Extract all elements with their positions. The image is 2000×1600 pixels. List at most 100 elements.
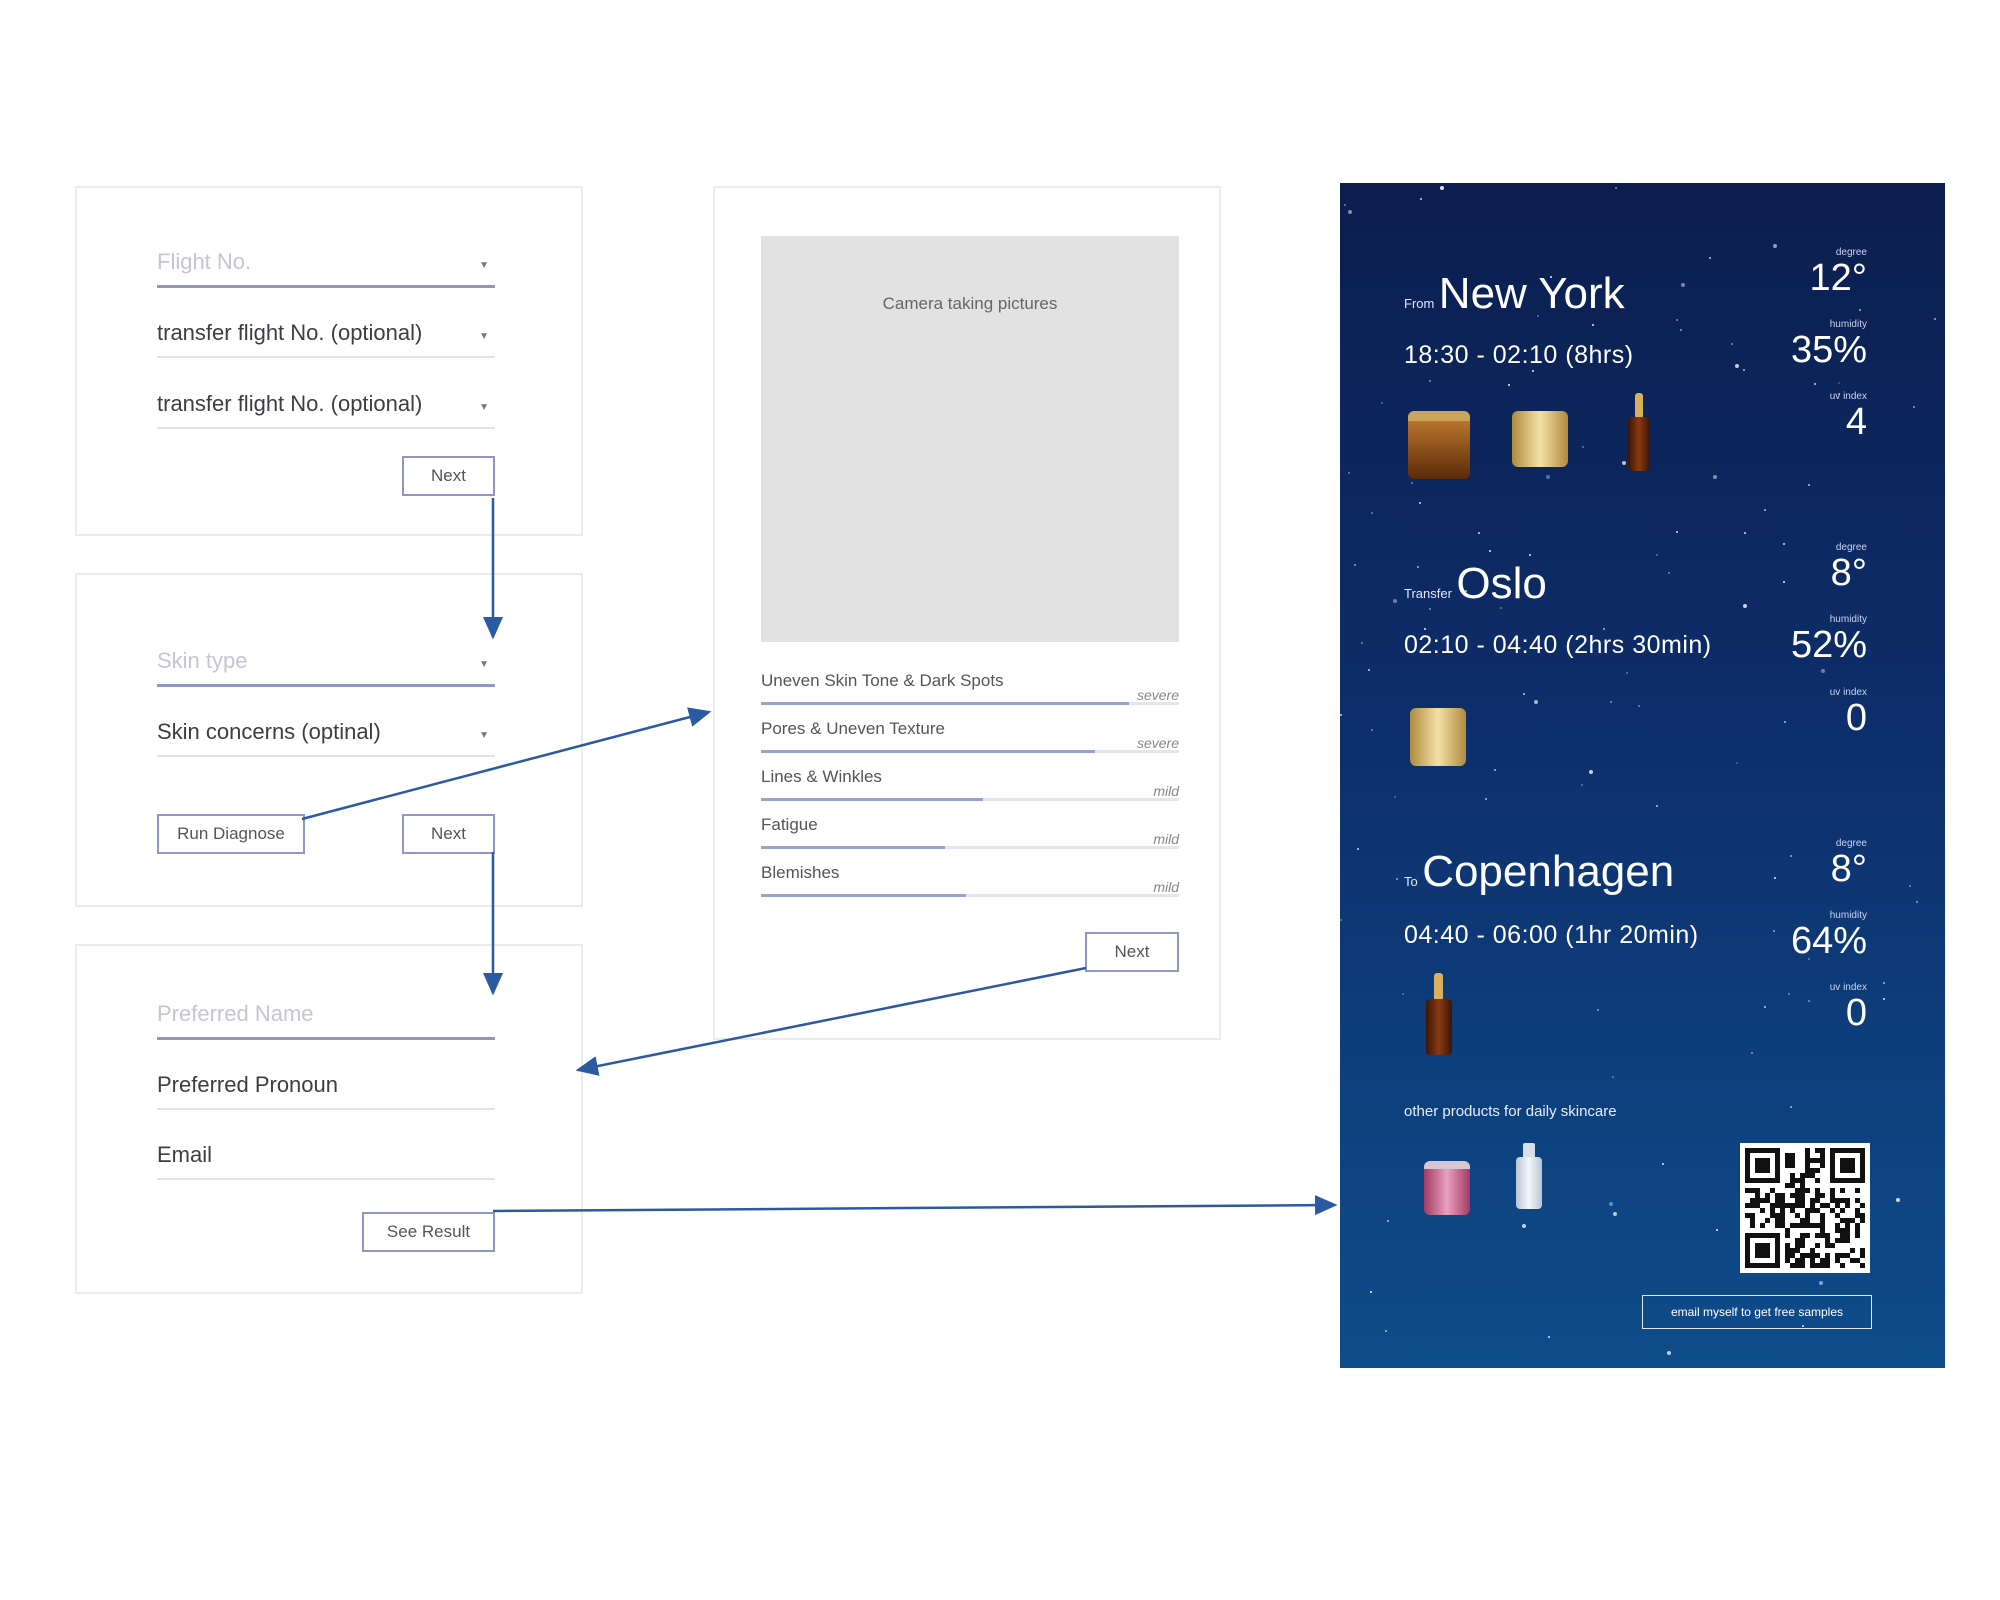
degree-value: 8° bbox=[1830, 552, 1867, 594]
city-name: New York bbox=[1438, 269, 1625, 318]
star bbox=[1610, 701, 1612, 703]
star bbox=[1478, 532, 1480, 534]
camera-label: Camera taking pictures bbox=[882, 294, 1058, 313]
star bbox=[1783, 543, 1785, 545]
concern-name: Lines & Winkles bbox=[761, 767, 882, 786]
leg-from: From New York bbox=[1404, 269, 1625, 319]
star bbox=[1534, 700, 1538, 704]
transfer-flight-label-2: transfer flight No. (optional) bbox=[157, 391, 423, 416]
star bbox=[1896, 1198, 1900, 1202]
run-diagnose-button[interactable]: Run Diagnose bbox=[157, 814, 305, 854]
star bbox=[1387, 1220, 1389, 1222]
star bbox=[1821, 669, 1825, 673]
star bbox=[1735, 364, 1739, 368]
concern-name: Uneven Skin Tone & Dark Spots bbox=[761, 671, 1004, 690]
see-result-button[interactable]: See Result bbox=[362, 1212, 495, 1252]
star bbox=[1396, 878, 1398, 880]
star bbox=[1808, 1000, 1810, 1002]
skin-type-select[interactable]: Skin type ▼ bbox=[157, 639, 495, 687]
skin-form-card: Skin type ▼ Skin concerns (optinal) ▼ Ru… bbox=[75, 573, 583, 907]
other-products-label: other products for daily skincare bbox=[1404, 1103, 1617, 1120]
star bbox=[1489, 550, 1491, 552]
star bbox=[1424, 628, 1426, 630]
leg-to: To Copenhagen bbox=[1404, 847, 1674, 897]
flight-form-card: Flight No. ▼ transfer flight No. (option… bbox=[75, 186, 583, 536]
serum-bottle-product bbox=[1626, 393, 1652, 471]
star bbox=[1788, 993, 1790, 995]
leg-transfer: Transfer Oslo bbox=[1404, 559, 1547, 609]
concern-level-fill bbox=[761, 894, 966, 897]
concern-row: Pores & Uneven Texture severe bbox=[761, 719, 1179, 753]
star bbox=[1612, 1076, 1614, 1078]
humidity-stat: humidity 64% bbox=[1791, 911, 1867, 962]
star bbox=[1743, 369, 1745, 371]
star bbox=[1340, 919, 1342, 921]
star bbox=[1656, 805, 1658, 807]
star bbox=[1420, 198, 1422, 200]
flight-no-select[interactable]: Flight No. ▼ bbox=[157, 240, 495, 288]
concern-name: Blemishes bbox=[761, 863, 840, 882]
star bbox=[1808, 484, 1810, 486]
star bbox=[1773, 244, 1777, 248]
star bbox=[1603, 628, 1605, 630]
humidity-value: 52% bbox=[1790, 624, 1867, 666]
serum-bottle-product bbox=[1424, 973, 1454, 1055]
email-samples-button[interactable]: email myself to get free samples bbox=[1642, 1295, 1872, 1329]
concern-level-track bbox=[761, 702, 1179, 705]
star bbox=[1371, 512, 1373, 514]
gold-jar-product bbox=[1410, 708, 1466, 766]
preferred-pronoun-input[interactable]: Preferred Pronoun bbox=[157, 1062, 495, 1110]
star bbox=[1589, 770, 1593, 774]
star bbox=[1626, 672, 1628, 674]
star bbox=[1764, 509, 1766, 511]
skin-concerns-select[interactable]: Skin concerns (optinal) ▼ bbox=[157, 709, 495, 757]
concern-severity: mild bbox=[1153, 879, 1179, 895]
leg-time: 02:10 - 04:40 (2hrs 30min) bbox=[1404, 631, 1712, 659]
preferred-name-input[interactable]: Preferred Name bbox=[157, 992, 495, 1040]
star bbox=[1736, 762, 1738, 764]
star bbox=[1731, 343, 1733, 345]
star bbox=[1859, 309, 1861, 311]
star bbox=[1354, 564, 1356, 566]
star bbox=[1440, 186, 1444, 190]
star bbox=[1609, 1202, 1613, 1206]
skin-next-button[interactable]: Next bbox=[402, 814, 495, 854]
star bbox=[1393, 599, 1397, 603]
diagnosis-next-button[interactable]: Next bbox=[1085, 932, 1179, 972]
star bbox=[1709, 257, 1711, 259]
star bbox=[1348, 472, 1350, 474]
city-name: Copenhagen bbox=[1422, 847, 1675, 896]
transfer-flight-select-1[interactable]: transfer flight No. (optional) ▼ bbox=[157, 310, 495, 358]
humidity-stat: humidity 35% bbox=[1791, 320, 1867, 371]
star bbox=[1429, 380, 1431, 382]
star bbox=[1546, 475, 1550, 479]
star bbox=[1814, 383, 1816, 385]
preferred-name-label: Preferred Name bbox=[157, 1001, 314, 1026]
star bbox=[1909, 885, 1911, 887]
concern-level-track bbox=[761, 798, 1179, 801]
star bbox=[1784, 721, 1786, 723]
preferred-pronoun-label: Preferred Pronoun bbox=[157, 1072, 338, 1097]
star bbox=[1597, 1009, 1599, 1011]
star bbox=[1402, 993, 1404, 995]
concern-level-fill bbox=[761, 702, 1129, 705]
star bbox=[1508, 384, 1510, 386]
concern-level-track bbox=[761, 750, 1179, 753]
clear-bottle-product bbox=[1514, 1143, 1544, 1209]
concern-name: Pores & Uneven Texture bbox=[761, 719, 945, 738]
star bbox=[1523, 693, 1525, 695]
star bbox=[1916, 901, 1918, 903]
qr-code bbox=[1740, 1143, 1870, 1273]
flight-no-label: Flight No. bbox=[157, 249, 252, 274]
skin-concerns-label: Skin concerns (optinal) bbox=[157, 719, 381, 744]
result-poster: From New York 18:30 - 02:10 (8hrs) degre… bbox=[1340, 183, 1945, 1368]
star bbox=[1773, 930, 1775, 932]
star bbox=[1385, 1330, 1387, 1332]
transfer-flight-label-1: transfer flight No. (optional) bbox=[157, 320, 423, 345]
star bbox=[1764, 1006, 1766, 1008]
concern-severity: severe bbox=[1136, 735, 1179, 751]
leg-time: 04:40 - 06:00 (1hr 20min) bbox=[1404, 921, 1699, 949]
transfer-flight-select-2[interactable]: transfer flight No. (optional) ▼ bbox=[157, 381, 495, 429]
flight-next-button[interactable]: Next bbox=[402, 456, 495, 496]
email-input[interactable]: Email bbox=[157, 1132, 495, 1180]
